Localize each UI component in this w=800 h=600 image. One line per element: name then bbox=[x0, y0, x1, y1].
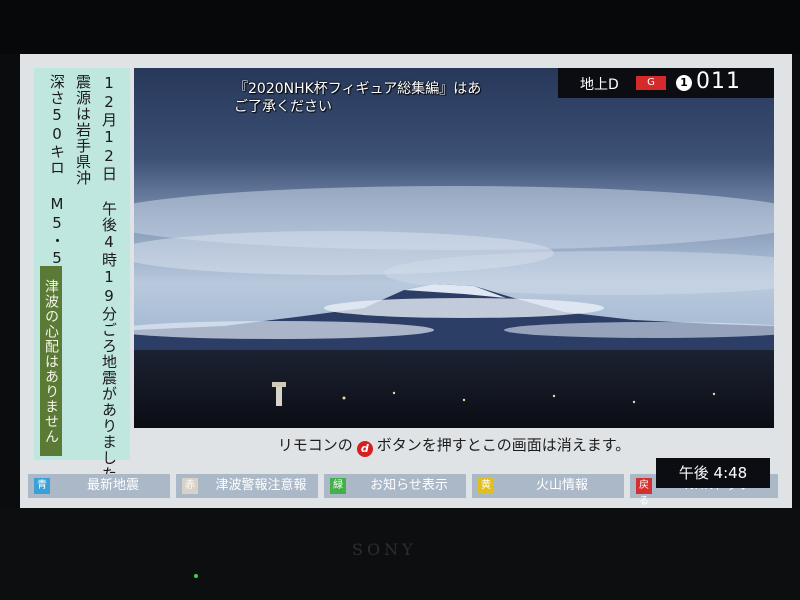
channel-number-circle-icon: 1 bbox=[676, 75, 692, 91]
green-announcement-button[interactable]: 緑 お知らせ表示 bbox=[324, 474, 466, 498]
video-area: 『2020NHK杯フィギュア総集編』はあ ご了承ください 地上D G 1 011 bbox=[134, 68, 774, 428]
power-led bbox=[194, 574, 198, 578]
blue-key-icon: 青 bbox=[34, 478, 50, 494]
tv-bezel-top bbox=[0, 0, 800, 54]
green-button-label: お知らせ表示 bbox=[370, 478, 448, 493]
mountain-landscape-image bbox=[134, 68, 774, 428]
channel-badge: G bbox=[636, 76, 666, 90]
quake-depth-magnitude-text: 深さ50キロ M5・5 bbox=[48, 74, 66, 268]
red-tsunami-warning-button[interactable]: 赤 津波警報注意報 bbox=[176, 474, 318, 498]
quake-time-text: 12月12日 午後4時19分ごろ地震がありました bbox=[100, 74, 118, 482]
yellow-volcano-info-button[interactable]: 黄 火山情報 bbox=[472, 474, 624, 498]
yellow-key-icon: 黄 bbox=[478, 478, 494, 494]
blue-latest-quake-button[interactable]: 青 最新地震 bbox=[28, 474, 170, 498]
remote-instruction: リモコンの d ボタンを押すとこの画面は消えます。 bbox=[134, 432, 774, 458]
program-notice-line1: 『2020NHK杯フィギュア総集編』はあ bbox=[234, 81, 482, 97]
channel-indicator: 地上D G 1 011 bbox=[558, 68, 774, 98]
green-key-icon: 緑 bbox=[330, 478, 346, 494]
quake-epicenter-text: 震源は岩手県沖 bbox=[74, 74, 92, 186]
channel-number: 011 bbox=[696, 69, 741, 94]
remote-instruction-before: リモコンの bbox=[277, 436, 353, 454]
d-button-icon: d bbox=[356, 441, 373, 457]
program-notice: 『2020NHK杯フィギュア総集編』はあ ご了承ください bbox=[234, 80, 594, 116]
brand-logo: SONY bbox=[352, 540, 417, 559]
remote-instruction-after: ボタンを押すとこの画面は消えます。 bbox=[376, 436, 631, 454]
earthquake-info-panel: 12月12日 午後4時19分ごろ地震がありました 震源は岩手県沖 深さ50キロ … bbox=[34, 68, 130, 482]
tv-screen: 12月12日 午後4時19分ごろ地震がありました 震源は岩手県沖 深さ50キロ … bbox=[20, 54, 792, 508]
blue-button-label: 最新地震 bbox=[86, 478, 139, 493]
yellow-button-label: 火山情報 bbox=[535, 478, 588, 493]
tsunami-notice: 津波の心配はありません bbox=[40, 266, 62, 456]
channel-type-label: 地上D bbox=[580, 77, 619, 93]
red-button-label: 津波警報注意報 bbox=[215, 478, 307, 493]
red-key-icon: 赤 bbox=[182, 478, 198, 494]
back-key-icon: 戻る bbox=[636, 478, 652, 507]
clock-display: 午後 4:48 bbox=[656, 458, 770, 488]
program-notice-line2: ご了承ください bbox=[234, 99, 332, 115]
